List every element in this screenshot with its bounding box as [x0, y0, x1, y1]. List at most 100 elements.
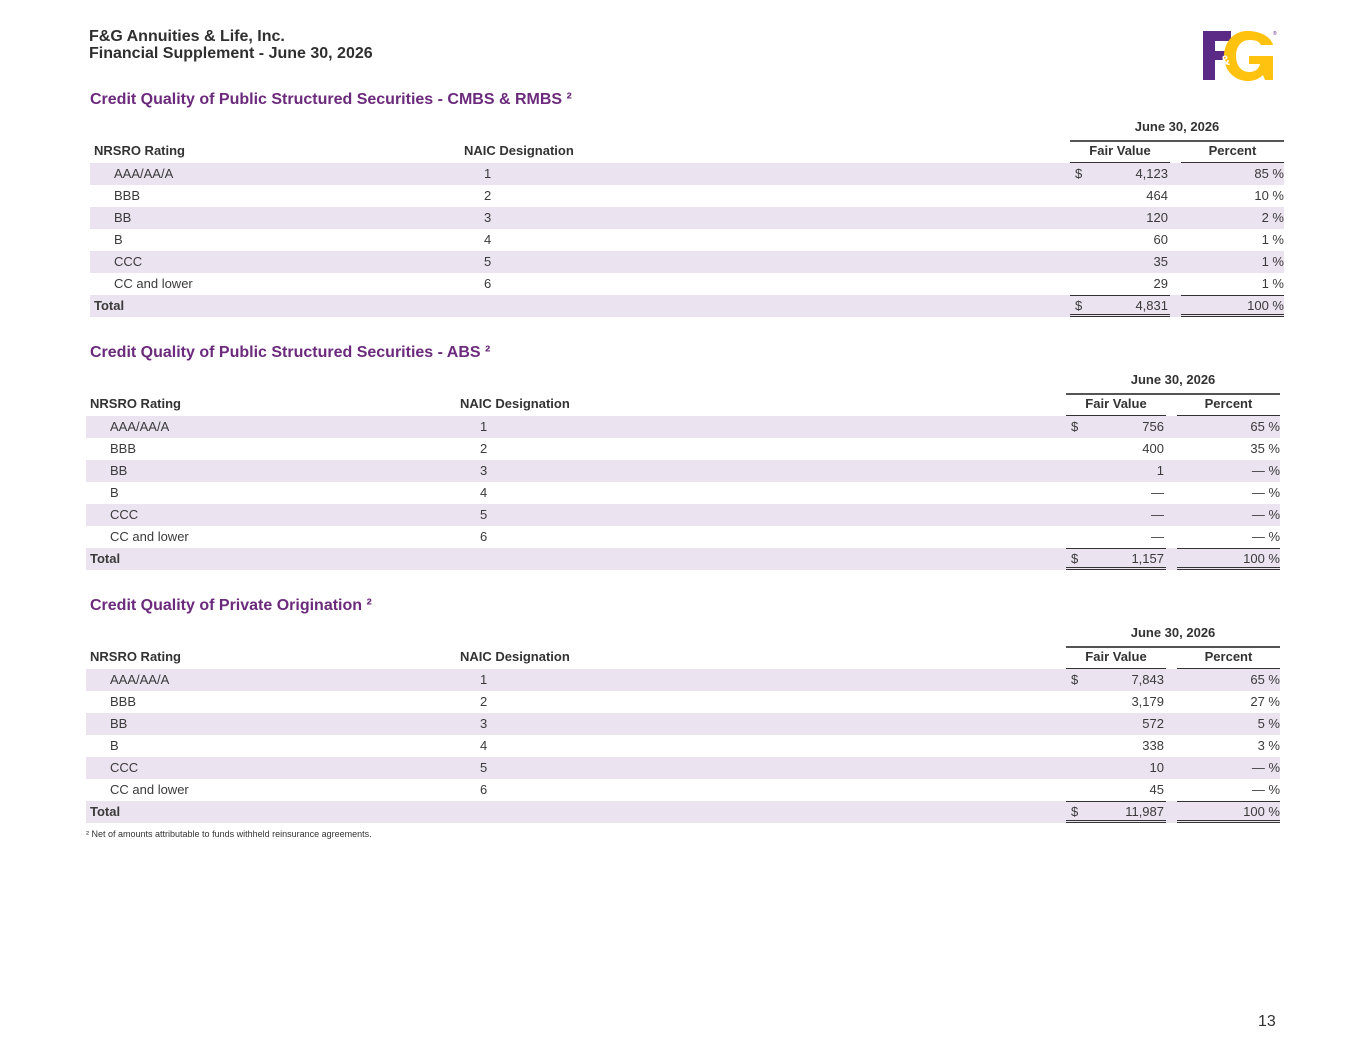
col-header-percent: Percent	[1181, 143, 1284, 163]
table-row: BB 3 120 2 %	[90, 207, 1284, 229]
percent-cell: — %	[1251, 507, 1280, 522]
rating-cell: BBB	[110, 694, 137, 709]
percent-cell: 2 %	[1261, 210, 1284, 225]
total-percent: 100 %	[1247, 298, 1284, 313]
table-row: AAA/AA/A 1 $ 4,123 85 %	[90, 163, 1284, 185]
rating-cell: AAA/AA/A	[114, 166, 174, 181]
table-row: CCC 5 10 — %	[86, 757, 1280, 779]
col-header-percent: Percent	[1177, 396, 1280, 416]
table-row: BB 3 572 5 %	[86, 713, 1280, 735]
col-header-rating: NRSRO Rating	[90, 649, 181, 664]
document-subtitle: Financial Supplement - June 30, 2026	[89, 45, 373, 62]
percent-cell: 10 %	[1254, 188, 1284, 203]
col-header-fair-value: Fair Value	[1066, 649, 1166, 669]
naic-cell: 3	[484, 210, 492, 225]
table-row: CC and lower 6 — — %	[86, 526, 1280, 548]
dollar-sign: $	[1071, 804, 1079, 819]
naic-cell: 1	[484, 166, 492, 181]
svg-text:&: &	[1220, 52, 1230, 68]
naic-cell: 3	[480, 463, 488, 478]
total-fair-value: 4,831	[1135, 298, 1168, 313]
naic-cell: 1	[480, 672, 488, 687]
table-row: CC and lower 6 45 — %	[86, 779, 1280, 801]
rating-cell: BBB	[110, 441, 137, 456]
table-row: CCC 5 35 1 %	[90, 251, 1284, 273]
fair-value-cell: 464	[1146, 188, 1168, 203]
table-row: AAA/AA/A 1 $ 756 65 %	[86, 416, 1280, 438]
naic-cell: 2	[480, 694, 488, 709]
table-body: AAA/AA/A 1 $ 7,843 65 % BBB 2 3,179 27 %…	[86, 669, 1280, 823]
naic-cell: 5	[480, 760, 488, 775]
table-row: B 4 60 1 %	[90, 229, 1284, 251]
total-percent: 100 %	[1243, 551, 1280, 566]
table-row: CCC 5 — — %	[86, 504, 1280, 526]
fair-value-cell: 29	[1153, 276, 1168, 291]
dollar-sign: $	[1075, 298, 1083, 313]
naic-cell: 4	[484, 232, 492, 247]
rating-cell: CCC	[110, 760, 139, 775]
percent-cell: 5 %	[1257, 716, 1280, 731]
fair-value-cell: 1	[1156, 463, 1164, 478]
period-header: June 30, 2026	[1070, 119, 1284, 142]
rating-cell: CC and lower	[110, 529, 189, 544]
table-row: B 4 338 3 %	[86, 735, 1280, 757]
naic-cell: 3	[480, 716, 488, 731]
col-header-naic: NAIC Designation	[460, 649, 570, 664]
naic-cell: 6	[480, 529, 488, 544]
fair-value-cell: 756	[1142, 419, 1164, 434]
table-row: AAA/AA/A 1 $ 7,843 65 %	[86, 669, 1280, 691]
section-title: Credit Quality of Public Structured Secu…	[90, 91, 572, 108]
percent-cell: 3 %	[1257, 738, 1280, 753]
period-header: June 30, 2026	[1066, 372, 1280, 395]
percent-cell: 65 %	[1250, 419, 1280, 434]
dollar-sign: $	[1071, 419, 1079, 434]
fg-logo: & ®	[1201, 29, 1277, 82]
total-percent: 100 %	[1243, 804, 1280, 819]
col-header-percent: Percent	[1177, 649, 1280, 669]
col-header-fair-value: Fair Value	[1066, 396, 1166, 416]
fair-value-cell: 4,123	[1135, 166, 1168, 181]
dollar-sign: $	[1071, 672, 1079, 687]
table-row: B 4 — — %	[86, 482, 1280, 504]
rating-cell: CCC	[110, 507, 139, 522]
fair-value-cell: —	[1151, 485, 1164, 500]
col-header-rating: NRSRO Rating	[90, 396, 181, 411]
naic-cell: 1	[480, 419, 488, 434]
naic-cell: 5	[480, 507, 488, 522]
fair-value-cell: 400	[1142, 441, 1164, 456]
total-label: Total	[90, 804, 121, 819]
percent-cell: 1 %	[1261, 254, 1284, 269]
fair-value-cell: 45	[1149, 782, 1164, 797]
rating-cell: B	[114, 232, 123, 247]
total-label: Total	[90, 551, 121, 566]
col-header-naic: NAIC Designation	[464, 143, 574, 158]
fair-value-cell: —	[1151, 507, 1164, 522]
total-row: Total $ 11,987 100 %	[86, 801, 1280, 823]
percent-cell: 35 %	[1250, 441, 1280, 456]
section-title: Credit Quality of Public Structured Secu…	[90, 344, 491, 361]
percent-cell: — %	[1251, 760, 1280, 775]
total-row: Total $ 4,831 100 %	[90, 295, 1284, 317]
rating-cell: B	[110, 485, 119, 500]
fair-value-cell: 120	[1146, 210, 1168, 225]
dollar-sign: $	[1075, 166, 1083, 181]
percent-cell: 65 %	[1250, 672, 1280, 687]
fair-value-cell: 60	[1153, 232, 1168, 247]
percent-cell: 85 %	[1254, 166, 1284, 181]
percent-cell: 1 %	[1261, 232, 1284, 247]
naic-cell: 6	[480, 782, 488, 797]
section-title: Credit Quality of Private Origination ²	[90, 597, 372, 614]
naic-cell: 6	[484, 276, 492, 291]
period-header: June 30, 2026	[1066, 625, 1280, 648]
percent-cell: 1 %	[1261, 276, 1284, 291]
page-number: 13	[1258, 1013, 1276, 1030]
percent-cell: — %	[1251, 463, 1280, 478]
table-row: BBB 2 3,179 27 %	[86, 691, 1280, 713]
fair-value-cell: 35	[1153, 254, 1168, 269]
dollar-sign: $	[1071, 551, 1079, 566]
col-header-naic: NAIC Designation	[460, 396, 570, 411]
rating-cell: BBB	[114, 188, 141, 203]
table-row: BBB 2 400 35 %	[86, 438, 1280, 460]
rating-cell: AAA/AA/A	[110, 672, 170, 687]
rating-cell: BB	[110, 463, 128, 478]
